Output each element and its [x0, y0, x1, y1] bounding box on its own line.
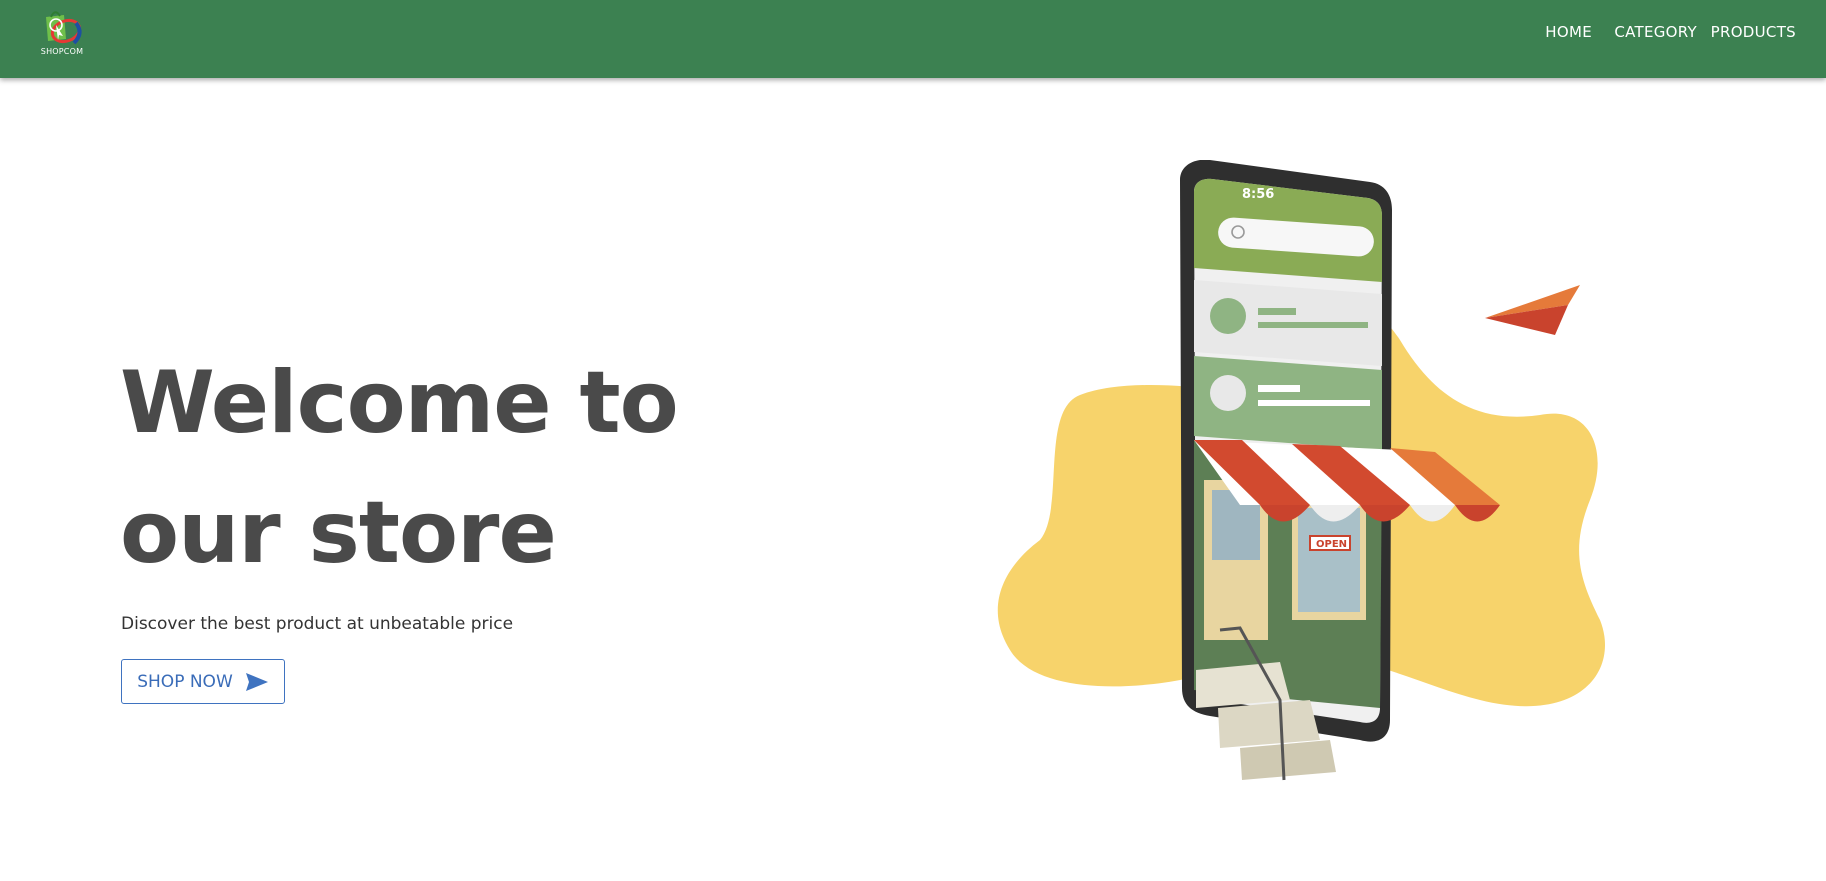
paper-plane-icon — [1485, 285, 1580, 335]
send-arrow-icon — [245, 672, 268, 691]
hero-subtitle: Discover the best product at unbeatable … — [121, 614, 514, 634]
shop-now-label: SHOP NOW — [137, 671, 233, 692]
shopping-bag-cursor-icon — [46, 11, 82, 45]
nav-home-link[interactable]: HOME — [1545, 23, 1592, 41]
phone-shop-illustration: 8:56 OPEN — [997, 159, 1605, 781]
shopcom-logo[interactable]: SHOPCOM — [36, 5, 88, 59]
hero-title: Welcome to our store — [120, 353, 679, 583]
nav-products-link[interactable]: PRODUCTS — [1711, 23, 1796, 41]
open-sign: OPEN — [1316, 539, 1347, 550]
phone-time: 8:56 — [1242, 187, 1274, 202]
hero-illustration: 8:56 OPEN — [980, 159, 1740, 790]
logo-text: SHOPCOM — [40, 47, 84, 56]
top-navbar: SHOPCOM HOME CATEGORY PRODUCTS — [0, 0, 1826, 78]
shop-now-button[interactable]: SHOP NOW — [121, 659, 285, 704]
nav-category-link[interactable]: CATEGORY — [1614, 23, 1697, 41]
